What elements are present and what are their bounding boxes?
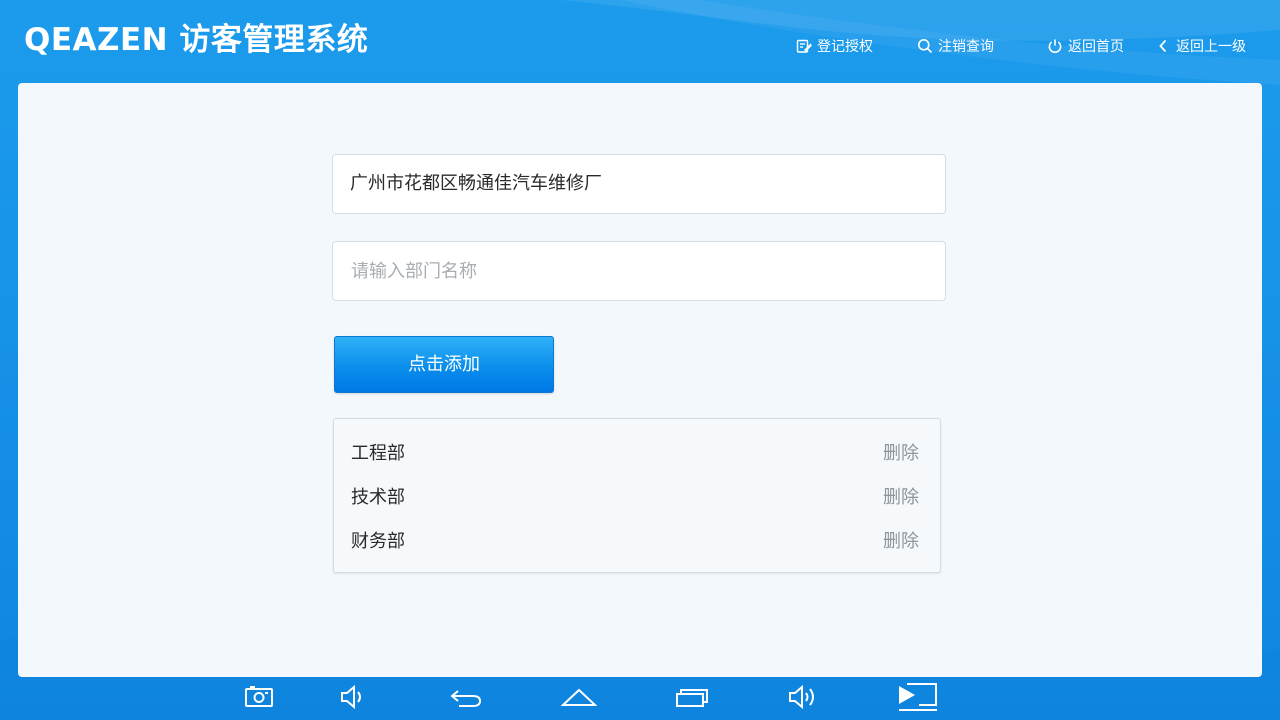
- system-navigation-bar: [0, 678, 1280, 720]
- delete-button[interactable]: 删除: [883, 483, 919, 513]
- list-item: 财务部 删除: [334, 527, 940, 557]
- back-icon: [449, 686, 483, 712]
- company-name-value: 广州市花都区畅通佳汽车维修厂: [350, 173, 602, 194]
- department-name-field[interactable]: [332, 241, 946, 301]
- department-name: 财务部: [351, 531, 405, 552]
- screen-cast-button[interactable]: [897, 682, 939, 716]
- delete-button[interactable]: 删除: [883, 527, 919, 557]
- nav-cancel-query-label: 注销查询: [938, 39, 994, 55]
- volume-down-icon: [339, 684, 369, 714]
- home-icon: [560, 687, 598, 711]
- department-name: 工程部: [351, 443, 405, 464]
- recent-apps-button[interactable]: [674, 682, 710, 716]
- department-name: 技术部: [351, 487, 405, 508]
- nav-register-button[interactable]: 登记授权: [795, 34, 873, 58]
- list-item: 技术部 删除: [334, 483, 940, 513]
- nav-register-label: 登记授权: [817, 39, 873, 55]
- home-button[interactable]: [560, 682, 598, 716]
- header-bar: QEAZEN 访客管理系统 登记授权 注销查询 返回首页 返回上一级: [0, 0, 1280, 82]
- nav-cancel-query-button[interactable]: 注销查询: [916, 34, 994, 58]
- volume-up-button[interactable]: [786, 682, 822, 716]
- company-field[interactable]: 广州市花都区畅通佳汽车维修厂: [332, 154, 946, 214]
- power-icon: [1046, 38, 1063, 55]
- nav-home-button[interactable]: 返回首页: [1046, 34, 1124, 58]
- volume-up-icon: [787, 684, 821, 714]
- nav-home-label: 返回首页: [1068, 39, 1124, 55]
- list-item: 工程部 删除: [334, 439, 940, 469]
- delete-button[interactable]: 删除: [883, 439, 919, 469]
- nav-back-button[interactable]: 返回上一级: [1154, 34, 1246, 58]
- recent-apps-icon: [675, 686, 709, 712]
- chevron-left-icon: [1154, 38, 1171, 55]
- volume-down-button[interactable]: [336, 682, 372, 716]
- screen-cast-icon: [897, 682, 939, 716]
- app-title: QEAZEN 访客管理系统: [24, 22, 369, 58]
- department-list: 工程部 删除 技术部 删除 财务部 删除: [333, 418, 941, 573]
- screenshot-icon: [244, 685, 274, 713]
- department-name-input[interactable]: [333, 242, 945, 300]
- main-panel: 广州市花都区畅通佳汽车维修厂 点击添加 工程部 删除 技术部 删除 财务部 删除: [18, 83, 1262, 677]
- search-icon: [916, 38, 933, 55]
- back-button[interactable]: [448, 682, 484, 716]
- screen: QEAZEN 访客管理系统 登记授权 注销查询 返回首页 返回上一级 广州市花都…: [0, 0, 1280, 720]
- nav-back-label: 返回上一级: [1176, 39, 1246, 55]
- add-department-button[interactable]: 点击添加: [334, 336, 554, 393]
- edit-icon: [795, 38, 812, 55]
- screenshot-button[interactable]: [241, 682, 277, 716]
